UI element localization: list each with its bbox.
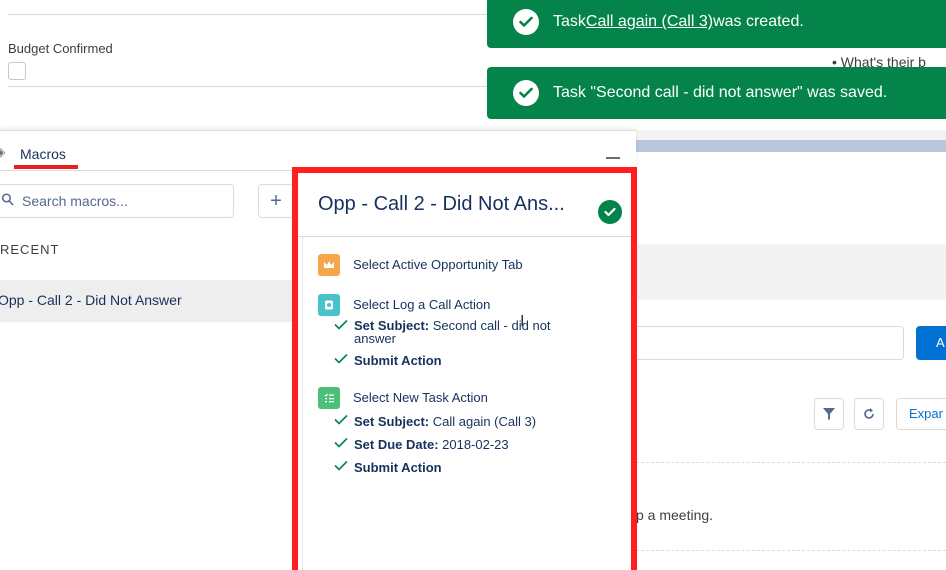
budget-confirmed-checkbox[interactable]	[8, 62, 26, 80]
new-macro-button[interactable]: +	[258, 184, 294, 218]
text-cursor-icon: I	[520, 313, 525, 330]
toast-task-link[interactable]: Call again (Call 3)	[586, 13, 713, 31]
add-activity-button[interactable]: A	[916, 326, 946, 360]
check-icon	[334, 414, 348, 425]
check-icon	[334, 437, 348, 448]
path-band	[636, 140, 946, 152]
divider	[636, 462, 946, 463]
filter-button[interactable]	[814, 398, 844, 430]
completed-check-icon	[598, 200, 622, 224]
search-placeholder: Search macros...	[22, 193, 128, 209]
sub-action-key: Set Due Date:	[354, 437, 439, 452]
record-card	[636, 152, 946, 244]
filter-icon	[823, 408, 835, 420]
divider	[8, 86, 488, 87]
refresh-button[interactable]	[854, 398, 884, 430]
step-sub-action: Set Subject: Call again (Call 3)	[334, 414, 537, 429]
sub-action-key: Submit Action	[354, 460, 442, 475]
crown-icon	[318, 254, 340, 276]
step-label: Select New Task Action	[353, 390, 488, 405]
macro-detail-header: Opp - Call 2 - Did Not Ans...	[298, 173, 631, 237]
macros-list-pane: Search macros... + RECENT Opp - Call 2 -…	[0, 172, 294, 570]
check-icon	[334, 353, 348, 364]
refresh-icon	[864, 408, 874, 419]
task-list-icon	[318, 387, 340, 409]
recent-heading: RECENT	[0, 242, 60, 257]
check-icon	[334, 460, 348, 471]
toast-suffix: was created.	[713, 13, 804, 30]
activity-input[interactable]	[636, 326, 904, 360]
success-check-icon	[513, 80, 539, 106]
sub-action-value: 2018-02-23	[438, 437, 509, 452]
toast-message: Task "Second call - did not answer" was …	[553, 84, 888, 101]
macro-title: Opp - Call 2 - Did Not Ans...	[318, 193, 565, 215]
sub-action-value: Call again (Call 3)	[429, 414, 537, 429]
macro-detail-pane: Opp - Call 2 - Did Not Ans... Select Act…	[292, 167, 637, 570]
list-item[interactable]: Opp - Call 2 - Did Not Answer	[0, 280, 292, 322]
toast-prefix: Task	[553, 13, 586, 30]
title-annotation-underline	[14, 165, 78, 169]
step-sub-action: Set Due Date: 2018-02-23	[334, 437, 509, 452]
minimize-icon[interactable]	[606, 157, 620, 159]
toast-task-saved: Task "Second call - did not answer" was …	[487, 67, 946, 119]
budget-confirmed-label: Budget Confirmed	[8, 41, 113, 56]
detail-scroll-edge	[302, 237, 303, 570]
macros-panel-header: ◈ Macros	[0, 131, 636, 171]
divider	[636, 550, 946, 551]
search-icon	[2, 193, 14, 206]
success-check-icon	[513, 9, 539, 35]
step-sub-action: Submit Action	[334, 353, 442, 368]
step-sub-action: Set Subject: Second call - did not answe…	[334, 319, 584, 345]
step-sub-action: Submit Action	[334, 460, 442, 475]
check-icon	[334, 319, 348, 330]
sub-action-key: Submit Action	[354, 353, 442, 368]
sub-action-key: Set Subject:	[354, 414, 430, 429]
divider	[8, 14, 488, 15]
activity-text: p a meeting.	[636, 507, 714, 523]
panel-title: Macros	[20, 146, 66, 162]
macro-name: Opp - Call 2 - Did Not Answer	[0, 292, 182, 308]
macro-icon: ◈	[0, 145, 6, 159]
step-label: Select Active Opportunity Tab	[353, 257, 523, 272]
expand-all-button[interactable]: Expar	[896, 398, 946, 430]
call-log-icon	[318, 294, 340, 316]
toast-task-created: Task Call again (Call 3) was created.	[487, 0, 946, 48]
step-label: Select Log a Call Action	[353, 297, 491, 312]
